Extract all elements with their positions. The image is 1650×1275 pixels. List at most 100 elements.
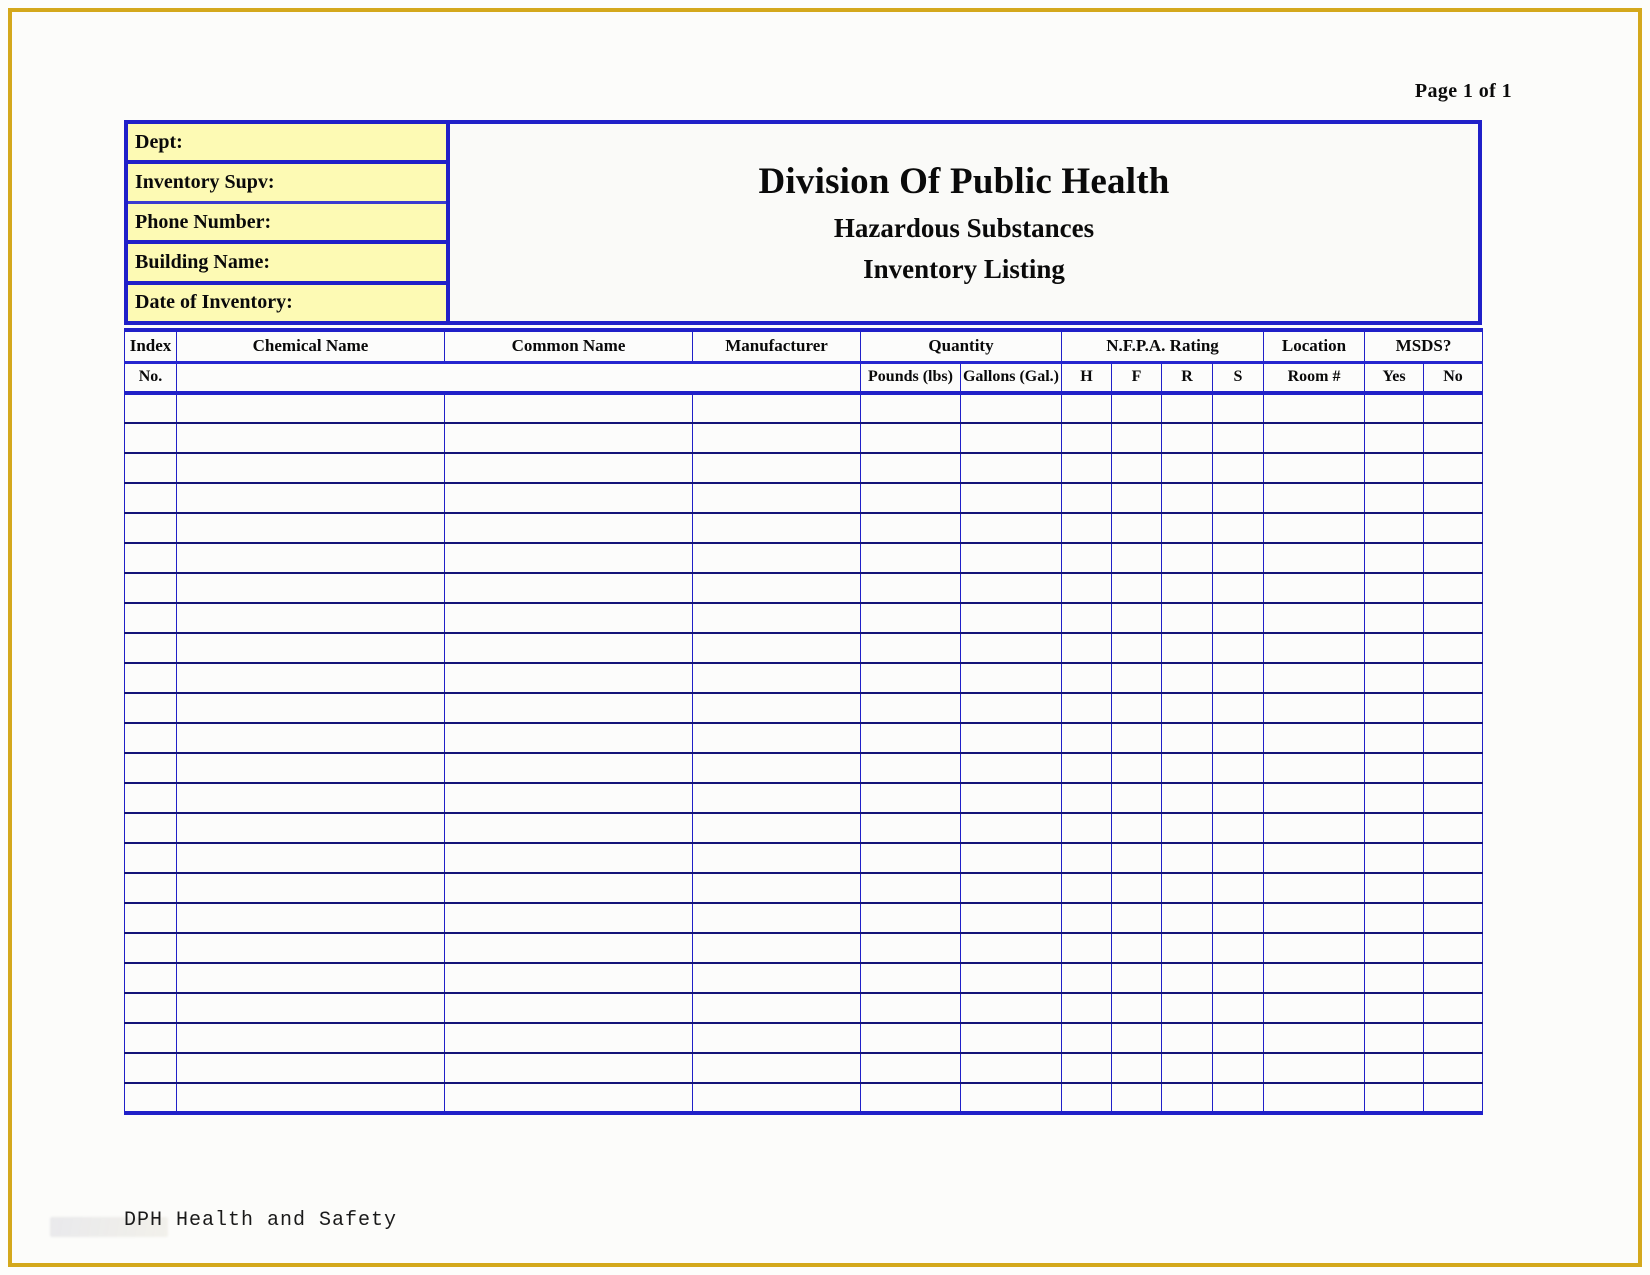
cell-nfpa-f[interactable] [1111, 812, 1162, 844]
cell-gallons[interactable] [960, 842, 1062, 874]
cell-index-no[interactable] [124, 1082, 177, 1115]
cell-index-no[interactable] [124, 962, 177, 994]
cell-gallons[interactable] [960, 1052, 1062, 1084]
cell-manufacturer[interactable] [692, 902, 861, 934]
cell-index-no[interactable] [124, 632, 177, 664]
cell-nfpa-r[interactable] [1161, 692, 1213, 724]
cell-manufacturer[interactable] [692, 572, 861, 604]
cell-msds-yes[interactable] [1364, 812, 1425, 844]
cell-chemical-name[interactable] [176, 812, 445, 844]
cell-room[interactable] [1263, 752, 1366, 784]
cell-room[interactable] [1263, 722, 1366, 754]
cell-nfpa-h[interactable] [1061, 1052, 1112, 1084]
cell-index-no[interactable] [124, 902, 177, 934]
cell-msds-yes[interactable] [1364, 632, 1425, 664]
cell-gallons[interactable] [960, 782, 1062, 814]
cell-pounds[interactable] [860, 722, 961, 754]
cell-nfpa-f[interactable] [1111, 902, 1162, 934]
cell-common-name[interactable] [444, 842, 693, 874]
cell-msds-no[interactable] [1423, 722, 1484, 754]
cell-common-name[interactable] [444, 692, 693, 724]
cell-nfpa-h[interactable] [1061, 662, 1112, 694]
field-inventory-supv[interactable]: Inventory Supv: [128, 164, 446, 204]
cell-msds-no[interactable] [1423, 1052, 1484, 1084]
cell-chemical-name[interactable] [176, 962, 445, 994]
cell-nfpa-f[interactable] [1111, 512, 1162, 544]
cell-common-name[interactable] [444, 542, 693, 574]
cell-msds-no[interactable] [1423, 452, 1484, 484]
cell-pounds[interactable] [860, 662, 961, 694]
cell-manufacturer[interactable] [692, 752, 861, 784]
cell-nfpa-s[interactable] [1211, 542, 1265, 574]
cell-msds-yes[interactable] [1364, 692, 1425, 724]
cell-nfpa-h[interactable] [1061, 962, 1112, 994]
cell-manufacturer[interactable] [692, 1052, 861, 1084]
cell-common-name[interactable] [444, 962, 693, 994]
cell-pounds[interactable] [860, 932, 961, 964]
cell-nfpa-s[interactable] [1211, 422, 1265, 454]
cell-pounds[interactable] [860, 752, 961, 784]
cell-msds-yes[interactable] [1364, 482, 1425, 514]
cell-msds-no[interactable] [1423, 692, 1484, 724]
cell-nfpa-r[interactable] [1161, 782, 1213, 814]
cell-gallons[interactable] [960, 932, 1062, 964]
cell-manufacturer[interactable] [692, 422, 861, 454]
cell-msds-no[interactable] [1423, 752, 1484, 784]
cell-nfpa-h[interactable] [1061, 632, 1112, 664]
cell-common-name[interactable] [444, 452, 693, 484]
cell-gallons[interactable] [960, 632, 1062, 664]
cell-nfpa-h[interactable] [1061, 872, 1112, 904]
cell-chemical-name[interactable] [176, 692, 445, 724]
field-date-of-inventory[interactable]: Date of Inventory: [128, 284, 446, 322]
cell-msds-yes[interactable] [1364, 1052, 1425, 1084]
cell-manufacturer[interactable] [692, 932, 861, 964]
cell-nfpa-f[interactable] [1111, 752, 1162, 784]
cell-pounds[interactable] [860, 692, 961, 724]
cell-nfpa-s[interactable] [1211, 392, 1265, 424]
cell-msds-yes[interactable] [1364, 872, 1425, 904]
cell-index-no[interactable] [124, 572, 177, 604]
cell-msds-no[interactable] [1423, 962, 1484, 994]
cell-nfpa-f[interactable] [1111, 1082, 1162, 1115]
cell-manufacturer[interactable] [692, 482, 861, 514]
cell-pounds[interactable] [860, 572, 961, 604]
cell-nfpa-r[interactable] [1161, 722, 1213, 754]
cell-pounds[interactable] [860, 872, 961, 904]
cell-index-no[interactable] [124, 872, 177, 904]
cell-msds-no[interactable] [1423, 662, 1484, 694]
cell-nfpa-f[interactable] [1111, 842, 1162, 874]
cell-common-name[interactable] [444, 662, 693, 694]
cell-gallons[interactable] [960, 482, 1062, 514]
cell-chemical-name[interactable] [176, 1022, 445, 1054]
cell-room[interactable] [1263, 422, 1366, 454]
cell-gallons[interactable] [960, 752, 1062, 784]
cell-gallons[interactable] [960, 602, 1062, 634]
cell-index-no[interactable] [124, 932, 177, 964]
cell-room[interactable] [1263, 842, 1366, 874]
cell-nfpa-h[interactable] [1061, 752, 1112, 784]
cell-msds-no[interactable] [1423, 512, 1484, 544]
cell-nfpa-f[interactable] [1111, 932, 1162, 964]
cell-nfpa-s[interactable] [1211, 1022, 1265, 1054]
cell-nfpa-f[interactable] [1111, 422, 1162, 454]
cell-nfpa-s[interactable] [1211, 572, 1265, 604]
cell-common-name[interactable] [444, 722, 693, 754]
cell-nfpa-r[interactable] [1161, 962, 1213, 994]
cell-msds-yes[interactable] [1364, 1082, 1425, 1115]
cell-msds-no[interactable] [1423, 602, 1484, 634]
cell-manufacturer[interactable] [692, 692, 861, 724]
cell-gallons[interactable] [960, 1022, 1062, 1054]
cell-nfpa-s[interactable] [1211, 632, 1265, 664]
cell-msds-yes[interactable] [1364, 542, 1425, 574]
cell-msds-no[interactable] [1423, 872, 1484, 904]
cell-msds-yes[interactable] [1364, 422, 1425, 454]
cell-nfpa-f[interactable] [1111, 1022, 1162, 1054]
cell-nfpa-s[interactable] [1211, 512, 1265, 544]
cell-nfpa-s[interactable] [1211, 692, 1265, 724]
cell-nfpa-f[interactable] [1111, 662, 1162, 694]
field-dept[interactable]: Dept: [128, 124, 446, 165]
cell-room[interactable] [1263, 932, 1366, 964]
cell-room[interactable] [1263, 452, 1366, 484]
cell-manufacturer[interactable] [692, 1022, 861, 1054]
cell-chemical-name[interactable] [176, 932, 445, 964]
